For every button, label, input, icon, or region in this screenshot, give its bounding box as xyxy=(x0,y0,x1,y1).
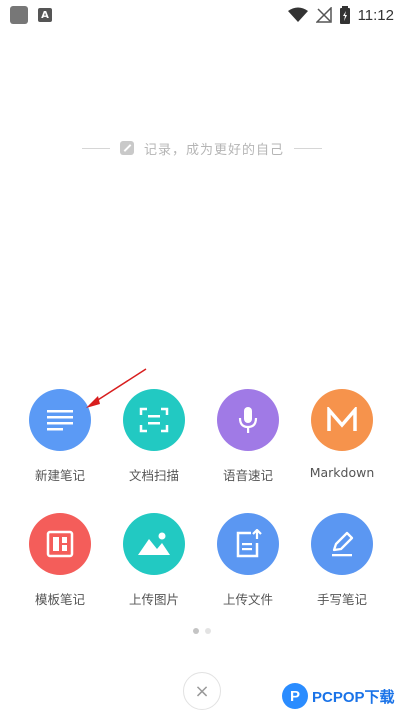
handwriting-note-button[interactable]: 手写笔记 xyxy=(302,513,382,608)
page-dot-1[interactable] xyxy=(193,628,199,634)
battery-icon xyxy=(339,6,350,24)
slogan: 记录，成为更好的自己 xyxy=(0,136,404,160)
template-note-label: 模板笔记 xyxy=(34,592,85,607)
app-notification-icon xyxy=(10,6,28,24)
action-row-1: 新建笔记 文档扫描 语音速记 Markdown xyxy=(0,389,404,489)
status-bar: A 11:12 xyxy=(0,0,404,30)
close-button[interactable]: × xyxy=(183,672,221,710)
slogan-text: 记录，成为更好的自己 xyxy=(143,142,284,158)
divider-left xyxy=(81,147,110,149)
microphone-icon xyxy=(217,389,279,451)
template-note-button[interactable]: 模板笔记 xyxy=(20,513,100,608)
watermark-p-icon: P xyxy=(282,683,308,709)
divider-right xyxy=(294,147,322,149)
handwriting-note-label: 手写笔记 xyxy=(316,592,367,607)
voice-note-button[interactable]: 语音速记 xyxy=(208,389,288,484)
upload-file-icon xyxy=(217,513,279,575)
watermark-logo: P PCPOP下载 xyxy=(282,683,395,709)
handwriting-icon xyxy=(311,513,373,575)
markdown-icon xyxy=(311,389,373,451)
image-icon xyxy=(123,513,185,575)
close-icon: × xyxy=(194,680,210,702)
markdown-label: Markdown xyxy=(309,465,375,480)
new-note-label: 新建笔记 xyxy=(34,468,85,483)
upload-file-label: 上传文件 xyxy=(222,592,273,607)
template-icon xyxy=(29,513,91,575)
wifi-icon xyxy=(287,7,308,22)
upload-image-label: 上传图片 xyxy=(128,592,179,607)
watermark-text: PCPOP下载 xyxy=(312,688,395,706)
page-indicator xyxy=(0,628,404,634)
page-dot-2[interactable] xyxy=(205,628,211,634)
edit-icon xyxy=(119,141,134,155)
document-scan-label: 文档扫描 xyxy=(128,468,179,483)
upload-file-button[interactable]: 上传文件 xyxy=(208,513,288,608)
no-signal-icon xyxy=(315,7,332,23)
clock: 11:12 xyxy=(357,6,394,24)
a-notification-icon: A xyxy=(38,8,52,22)
markdown-button[interactable]: Markdown xyxy=(302,389,382,480)
voice-note-label: 语音速记 xyxy=(222,468,273,483)
action-row-2: 模板笔记 上传图片 上传文件 手写笔记 xyxy=(0,513,404,613)
upload-image-button[interactable]: 上传图片 xyxy=(114,513,194,608)
pointer-arrow-icon xyxy=(86,368,147,408)
